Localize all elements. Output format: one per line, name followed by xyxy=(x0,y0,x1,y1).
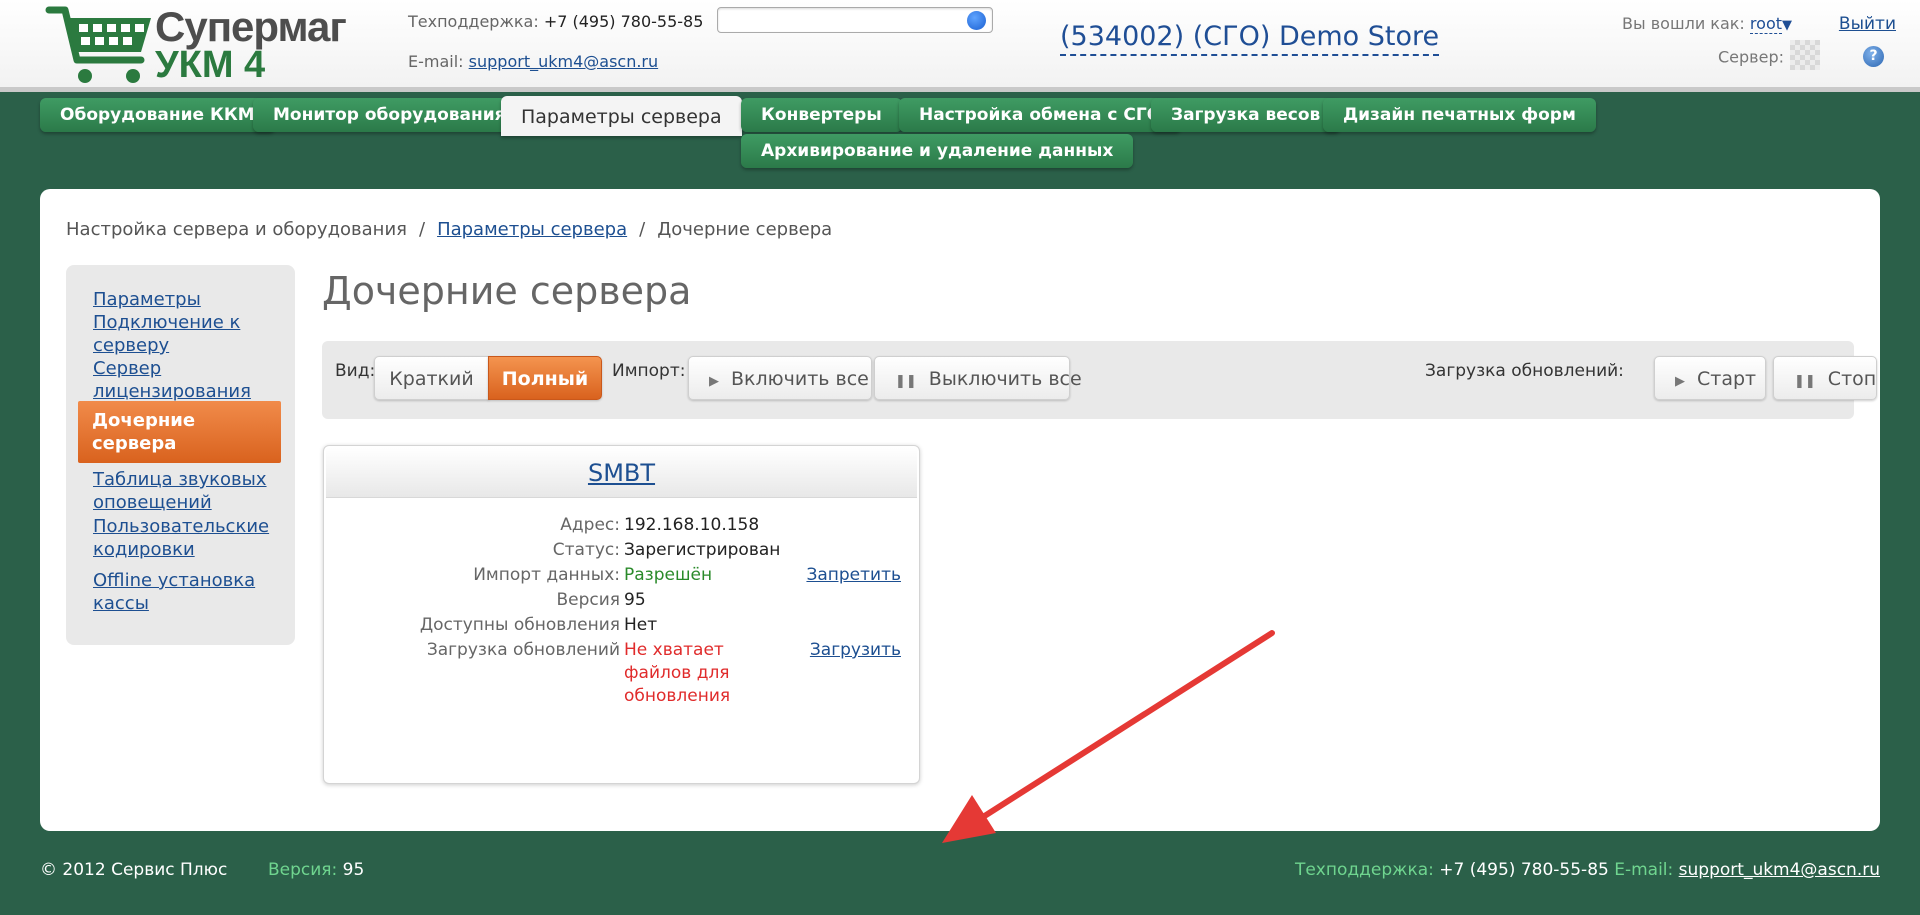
shopping-cart-icon xyxy=(45,6,151,83)
chevron-down-icon[interactable]: ▼ xyxy=(1782,18,1792,33)
header-support: Техподдержка: +7 (495) 780-55-85 xyxy=(408,12,703,31)
toolbar: Вид: Краткий Полный Импорт: ▶ Включить вс… xyxy=(322,341,1877,419)
breadcrumb-separator: / xyxy=(418,219,426,240)
tab-equipment-monitor[interactable]: Монитор оборудования xyxy=(253,98,526,132)
sidebar-item-server-connection[interactable]: Подключение к серверу xyxy=(93,311,273,357)
search-box xyxy=(717,7,993,33)
breadcrumb-separator: / xyxy=(639,219,646,240)
breadcrumb-root: Настройка сервера и оборудования xyxy=(66,219,407,240)
import-data-value: Разрешён xyxy=(624,565,713,585)
view-full-button[interactable]: Полный xyxy=(488,356,602,400)
footer-version-label: Версия: xyxy=(268,860,338,880)
server-card-header: SMBT xyxy=(326,448,917,498)
footer-email-label: E-mail: xyxy=(1614,860,1674,880)
server-label: Сервер: xyxy=(1718,47,1784,67)
disable-all-label: Выключить все xyxy=(928,368,1082,390)
sidebar-item-custom-encodings[interactable]: Пользовательские кодировки xyxy=(93,515,273,561)
import-label: Импорт: xyxy=(612,361,686,381)
breadcrumb-current: Дочерние сервера xyxy=(657,219,833,240)
logo-text-ukm: УКМ 4 xyxy=(155,44,266,86)
footer-support-label: Техподдержка: xyxy=(1294,860,1434,880)
login-info: Вы вошли как: root▼ xyxy=(1622,14,1792,34)
stop-label: Стоп xyxy=(1827,368,1877,390)
annotation-arrow-icon xyxy=(942,630,1275,843)
sidebar-item-params[interactable]: Параметры xyxy=(93,288,273,311)
view-short-button[interactable]: Краткий xyxy=(374,356,489,400)
import-data-label: Импорт данных: xyxy=(473,565,620,585)
support-label: Техподдержка: xyxy=(408,12,539,31)
tab-converters[interactable]: Конвертеры xyxy=(741,98,902,132)
enable-all-button[interactable]: ▶ Включить все xyxy=(688,356,872,400)
breadcrumb-parent-link[interactable]: Параметры сервера xyxy=(437,219,627,240)
logged-in-label: Вы вошли как: xyxy=(1622,14,1745,33)
sidebar-item-license-server[interactable]: Сервер лицензирования xyxy=(93,357,273,403)
sidebar-item-offline-install[interactable]: Offline установка кассы xyxy=(93,569,273,615)
deny-import-link[interactable]: Запретить xyxy=(806,564,901,587)
stop-button[interactable]: ❚❚ Стоп xyxy=(1773,356,1877,400)
sidebar-item-sound-alerts[interactable]: Таблица звуковых оповещений xyxy=(93,468,273,514)
main-panel: Настройка сервера и оборудования / Парамет… xyxy=(40,189,1880,843)
footer-email-link[interactable]: support_ukm4@ascn.ru xyxy=(1679,860,1880,880)
enable-all-label: Включить все xyxy=(731,368,869,390)
address-label: Адрес: xyxy=(560,515,620,535)
tab-archiving[interactable]: Архивирование и удаление данных xyxy=(741,134,1134,168)
sidebar: Параметры Подключение к серверу Сервер л… xyxy=(66,265,295,645)
help-icon[interactable]: ? xyxy=(1863,46,1884,67)
server-info: Сервер: xyxy=(1718,40,1820,70)
header: Супермаг УКМ 4 Техподдержка: +7 (495) 78… xyxy=(0,0,1920,92)
updates-available-value: Нет xyxy=(624,615,658,635)
footer-version: Версия: 95 xyxy=(268,860,364,880)
view-label: Вид: xyxy=(335,361,376,381)
tab-kkm-equipment[interactable]: Оборудование ККМ xyxy=(40,98,275,132)
tab-scales-loading[interactable]: Загрузка весов xyxy=(1151,98,1341,132)
search-icon[interactable] xyxy=(967,11,986,30)
start-button[interactable]: ▶ Старт xyxy=(1654,356,1766,400)
footer-version-value: 95 xyxy=(342,860,365,880)
store-selector[interactable]: (534002) (СГО) Demo Store xyxy=(1060,20,1440,56)
server-status-icon xyxy=(1790,40,1820,70)
updates-loading-label: Загрузка обновлений xyxy=(426,640,620,660)
tab-print-forms[interactable]: Дизайн печатных форм xyxy=(1323,98,1596,132)
support-email-link[interactable]: support_ukm4@ascn.ru xyxy=(469,52,658,71)
updates-available-label: Доступны обновления xyxy=(419,615,620,635)
version-value: 95 xyxy=(624,590,646,610)
copyright: © 2012 Сервис Плюс xyxy=(40,860,228,880)
logout-link[interactable]: Выйти xyxy=(1839,14,1896,34)
status-value: Зарегистрирован xyxy=(624,540,781,560)
user-dropdown[interactable]: root xyxy=(1749,14,1782,34)
sidebar-item-child-servers[interactable]: Дочерние сервера xyxy=(78,401,281,463)
disable-all-button[interactable]: ❚❚ Выключить все xyxy=(874,356,1082,400)
search-input[interactable] xyxy=(724,9,964,31)
play-icon: ▶ xyxy=(1675,374,1685,389)
email-label: E-mail: xyxy=(408,52,464,71)
server-name-link[interactable]: SMBT xyxy=(588,459,655,487)
updates-loading-value: Не хватает файлов для обновления xyxy=(624,640,731,706)
address-value: 192.168.10.158 xyxy=(624,515,760,535)
header-email: E-mail: support_ukm4@ascn.ru xyxy=(408,52,658,71)
logo[interactable]: Супермаг УКМ 4 xyxy=(45,2,347,86)
footer-support-phone: +7 (495) 780-55-85 xyxy=(1439,860,1609,880)
load-updates-link[interactable]: Загрузить xyxy=(810,639,901,662)
page-title: Дочерние сервера xyxy=(322,269,692,313)
breadcrumb: Настройка сервера и оборудования / Парамет… xyxy=(66,219,832,240)
pause-icon: ❚❚ xyxy=(895,374,917,389)
version-label: Версия xyxy=(556,590,620,610)
updates-label: Загрузка обновлений: xyxy=(1425,361,1624,381)
play-icon: ▶ xyxy=(709,374,719,389)
server-card: SMBT Адрес: 192.168.10.158 Статус: Зарег… xyxy=(323,445,920,784)
status-label: Статус: xyxy=(552,540,620,560)
start-label: Старт xyxy=(1697,368,1757,390)
support-phone: +7 (495) 780-55-85 xyxy=(543,12,704,31)
footer-contacts: Техподдержка: +7 (495) 780-55-85 E-mail:… xyxy=(1295,860,1880,880)
pause-icon: ❚❚ xyxy=(1794,374,1816,389)
tab-server-params[interactable]: Параметры сервера xyxy=(501,96,742,136)
tab-sgo-exchange[interactable]: Настройка обмена с СГО xyxy=(899,98,1182,132)
